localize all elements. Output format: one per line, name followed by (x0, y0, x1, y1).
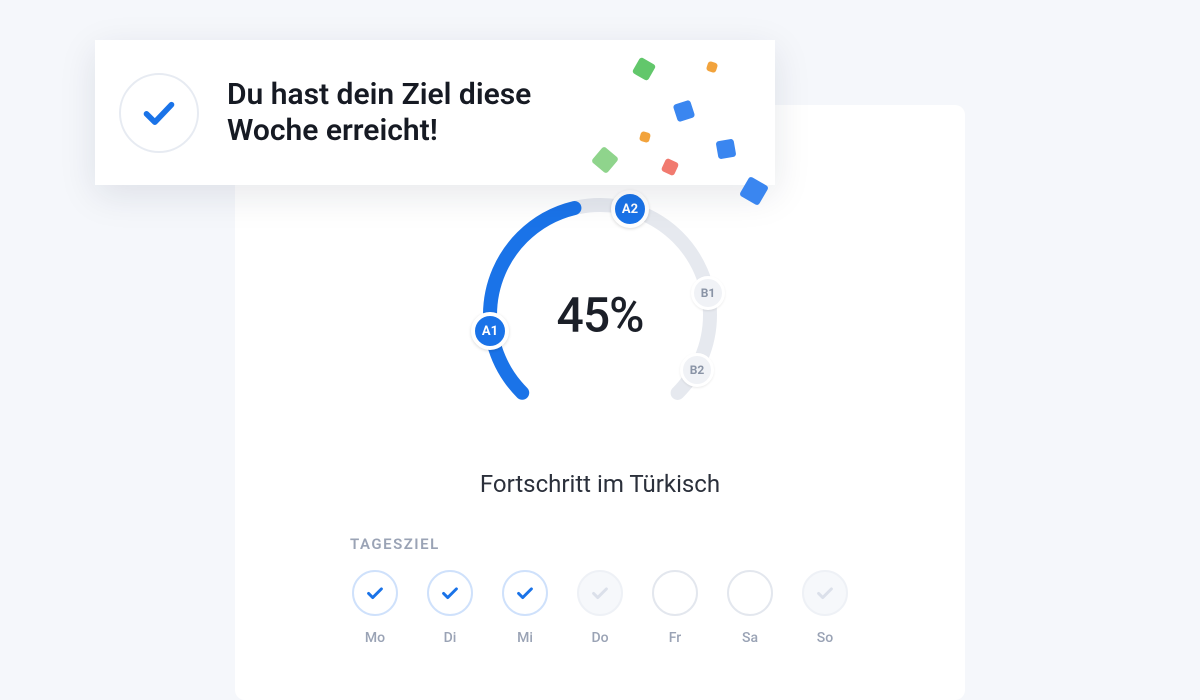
progress-percent: 45% (557, 287, 644, 344)
level-badge-b1: B1 (691, 276, 725, 310)
confetti-icon (716, 139, 737, 160)
toast-message: Du hast dein Ziel diese Woche erreicht! (227, 77, 587, 149)
day-label: Sa (742, 630, 758, 646)
day-status-empty (727, 570, 773, 616)
confetti-icon (632, 57, 657, 82)
check-icon (514, 582, 536, 604)
daily-goal-day: Sa (725, 570, 775, 646)
check-icon (139, 93, 179, 133)
daily-goal-day: Fr (650, 570, 700, 646)
daily-goal-title: TAGESZIEL (350, 535, 440, 553)
level-code: A1 (482, 325, 498, 338)
day-status-empty (652, 570, 698, 616)
daily-goal-day: Do (575, 570, 625, 646)
day-label: So (817, 630, 833, 646)
check-icon (589, 582, 611, 604)
level-code: A2 (622, 203, 638, 216)
level-code: B2 (690, 364, 705, 376)
day-label: Do (591, 630, 608, 646)
day-status-pending (802, 570, 848, 616)
level-badge-a1: A1 (471, 312, 509, 350)
daily-goal-day: So (800, 570, 850, 646)
level-badge-b2: B2 (680, 353, 714, 387)
check-icon (364, 582, 386, 604)
progress-caption: Fortschritt im Türkisch (235, 470, 965, 498)
confetti-icon (673, 100, 696, 123)
day-status-done (427, 570, 473, 616)
day-status-done (502, 570, 548, 616)
check-icon (439, 582, 461, 604)
day-label: Fr (669, 630, 681, 646)
level-badge-a2: A2 (611, 190, 649, 228)
confetti-icon (591, 146, 619, 174)
progress-gauge: A1 A2 B1 B2 45% (460, 185, 740, 445)
check-icon (814, 582, 836, 604)
day-label: Mo (365, 630, 385, 646)
day-label: Di (444, 630, 457, 646)
level-code: B1 (701, 287, 716, 299)
confetti-icon (639, 131, 651, 143)
toast-check-badge (119, 73, 199, 153)
confetti-icon (706, 61, 719, 74)
day-label: Mi (517, 630, 533, 646)
day-status-done (352, 570, 398, 616)
day-status-pending (577, 570, 623, 616)
daily-goal-day: Mo (350, 570, 400, 646)
confetti-icon (661, 158, 680, 177)
daily-goal-day: Di (425, 570, 475, 646)
daily-goal-row: Mo Di Mi Do Fr Sa (350, 570, 850, 646)
goal-achieved-toast: Du hast dein Ziel diese Woche erreicht! (95, 40, 775, 185)
progress-card: A1 A2 B1 B2 45% Fortschritt im Türkisch … (235, 105, 965, 700)
daily-goal-day: Mi (500, 570, 550, 646)
